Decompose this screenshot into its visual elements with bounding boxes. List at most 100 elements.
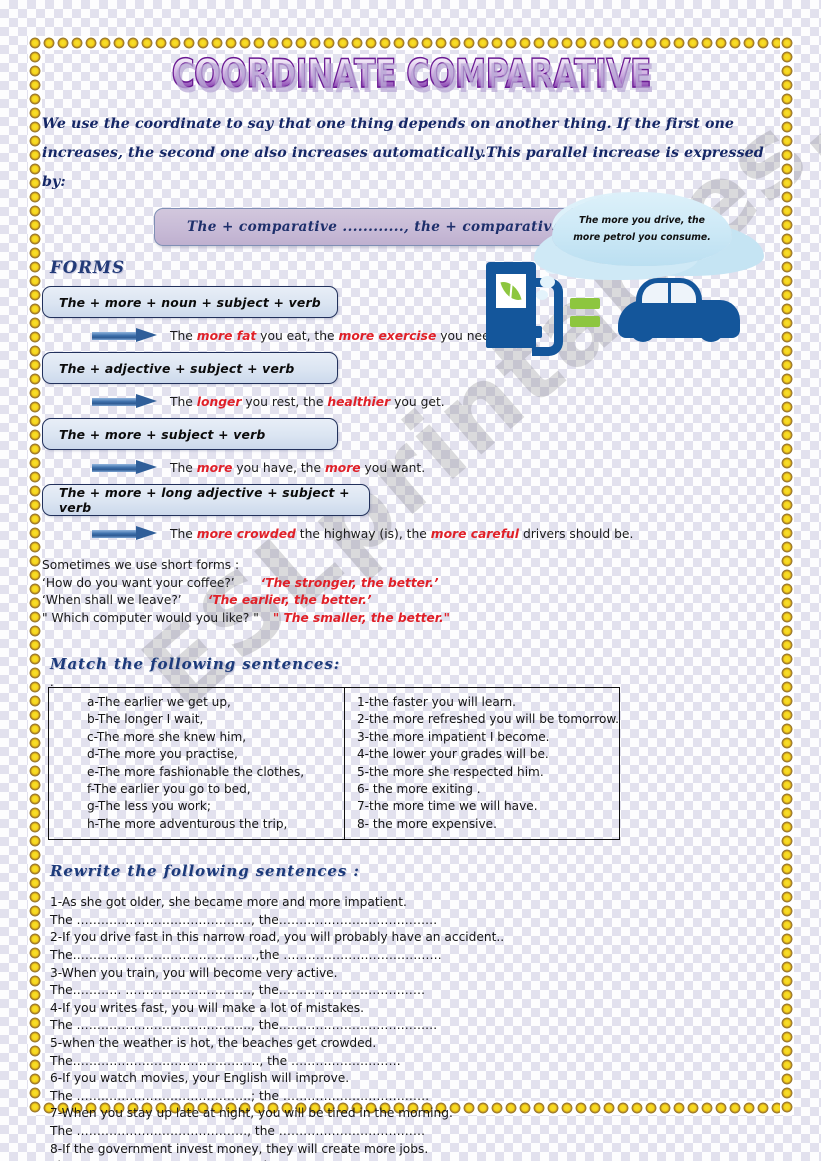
rewrite-answer-line[interactable]: The ……………………………………, the ……………………………… [50,1123,780,1141]
arrow-right-icon [92,328,158,343]
short-forms-line-2: ‘When shall we leave?’ ‘The earlier, the … [42,592,780,610]
form-example-3: The more you have, the more you want. [42,460,780,475]
list-item[interactable]: 5-the more she respected him. [345,764,619,781]
ex-post-2: you get. [390,394,445,409]
rewrite-answer-line[interactable]: The………………………………………., the ……………………… [50,1053,780,1071]
sf-a-3: " The smaller, the better." [272,610,451,625]
list-item[interactable]: g-The less you work; [49,798,344,815]
ex-mid-2: you rest, the [241,394,328,409]
page-title-text: COORDINATE COMPARATIVE [171,50,652,98]
rewrite-answer-line[interactable]: The………………………………………,the ………………………………… [50,947,780,965]
form-rule-box-1: The + more + noun + subject + verb [42,286,338,318]
ex-hl1-2: longer [196,394,242,409]
rewrite-question: 3-When you train, you will become very a… [50,965,338,980]
car-window-divider [668,283,671,303]
rewrite-question: 1-As she got older, she became more and … [50,895,407,910]
short-forms-intro: Sometimes we use short forms : [42,558,240,572]
rewrite-question: 6-If you watch movies, your English will… [50,1071,350,1086]
worksheet-page: ESLprintables.com COORDINATE COMPARATIVE… [0,0,821,1161]
list-item[interactable]: 4-the lower your grades will be. [345,746,619,763]
ex-hl2-1: more exercise [338,328,437,343]
list-item[interactable]: b-The longer I wait, [49,711,344,728]
form-rule-text-3: The + more + subject + verb [59,426,266,442]
short-forms-block: Sometimes we use short forms : ‘How do y… [42,557,780,627]
form-example-text-3: The more you have, the more you want. [170,461,425,475]
match-table: a-The earlier we get up, b-The longer I … [48,687,620,841]
form-rule-text-1: The + more + noun + subject + verb [59,294,321,310]
pump-screen [494,272,528,310]
list-item[interactable]: 1-the faster you will learn. [345,694,619,711]
rewrite-answer-line[interactable]: The ……………………………………., the………………………………… [50,1017,780,1035]
flower-border-top [28,36,794,50]
ex-pre-2: The [170,394,197,409]
rewrite-question: 5-when the weather is hot, the beaches g… [50,1036,377,1050]
ex-pre-4: The [170,526,197,541]
cloud-line-1: The more you drive, the [579,215,705,226]
list-item[interactable]: h-The more adventurous the trip, [49,816,344,833]
rewrite-question: 4-If you writes fast, you will make a lo… [50,1000,364,1015]
intro-paragraph: We use the coordinate to say that one th… [42,116,764,190]
ex-pre-3: The [170,460,197,475]
list-item[interactable]: c-The more she knew him, [49,729,344,746]
fuel-hose-icon [532,278,563,356]
sf-q-2: ‘When shall we leave?’ [42,593,182,607]
thought-bubble-large [544,260,562,274]
equals-sign-icon [570,316,600,327]
form-example-text-4: The more crowded the highway (is), the m… [170,527,633,541]
sf-q-1: ‘How do you want your coffee?’ [42,575,235,590]
ex-hl1-1: more fat [196,328,257,343]
list-item[interactable]: 2-the more refreshed you will be tomorro… [345,711,619,728]
form-rule-box-3: The + more + subject + verb [42,418,338,450]
rewrite-section-heading: Rewrite the following sentences : [50,862,360,881]
illustration: The more you drive, the more petrol you … [452,186,742,356]
list-item[interactable]: 7-the more time we will have. [345,798,619,815]
list-item[interactable]: f-The earlier you go to bed, [49,781,344,798]
match-bullet: . [50,674,54,689]
list-item[interactable]: e-The more fashionable the clothes, [49,764,344,781]
arrow-right-icon [92,394,158,409]
sf-q-3: " Which computer would you like? " [42,610,259,625]
list-item[interactable]: a-The earlier we get up, [49,694,344,711]
rewrite-answer-line[interactable]: The …………………………………….; the ……………………………… [50,1088,780,1106]
list-item[interactable]: d-The more you practise, [49,746,344,763]
ex-post-4: drivers should be. [519,526,634,541]
list-item[interactable]: 6- the more exiting . [345,781,619,798]
arrow-right-icon [92,526,158,541]
flower-border-right [780,36,794,1115]
cloud-line-2: more petrol you consume. [573,232,711,243]
ex-mid-1: you eat, the [256,328,339,343]
ex-hl2-3: more [324,460,361,475]
short-forms-line-3: " Which computer would you like? " " The … [42,610,780,628]
rewrite-answer-line[interactable]: The ……………………………………., the………………………………… [50,912,780,930]
short-forms-line-1: ‘How do you want your coffee?’ ‘The stron… [42,575,780,593]
match-section-heading: Match the following sentences: [50,655,341,673]
rewrite-answer-line[interactable]: The………… …………………………., the……………………………… [50,982,780,1000]
match-column-right: 1-the faster you will learn. 2-the more … [345,688,619,839]
fuel-nozzle-icon [524,326,542,338]
thought-bubble-small [536,290,548,300]
flower-border-left [28,36,42,1115]
rewrite-question: 2-If you drive fast in this narrow road,… [50,930,505,945]
ex-hl1-3: more [196,460,233,475]
sf-a-2: ‘The earlier, the better.’ [207,593,372,607]
thought-cloud-text: The more you drive, the more petrol you … [563,212,721,246]
rewrite-question: 7-When you stay up late at night, you wi… [50,1106,453,1121]
ex-pre-1: The [170,328,197,343]
form-example-text-2: The longer you rest, the healthier you g… [170,395,445,409]
match-column-left: a-The earlier we get up, b-The longer I … [49,688,345,840]
form-example-4: The more crowded the highway (is), the m… [42,526,780,541]
ex-hl2-4: more careful [430,526,520,541]
sf-a-1: ‘The stronger, the better.’ [260,575,439,590]
list-item[interactable]: 8- the more expensive. [345,816,619,833]
form-rule-box-4: The + more + long adjective + subject + … [42,484,370,516]
list-item[interactable]: 3-the more impatient I become. [345,729,619,746]
form-example-2: The longer you rest, the healthier you g… [42,394,780,409]
rewrite-list: 1-As she got older, she became more and … [50,894,780,1161]
form-rule-box-2: The + adjective + subject + verb [42,352,338,384]
car-wheel-left [630,328,656,342]
thought-cloud: The more you drive, the more petrol you … [552,192,732,266]
ex-mid-3: you have, the [232,460,325,475]
form-rule-text-4: The + more + long adjective + subject + … [59,485,350,515]
page-title: COORDINATE COMPARATIVE [42,50,780,98]
thought-bubble-medium [540,276,555,288]
